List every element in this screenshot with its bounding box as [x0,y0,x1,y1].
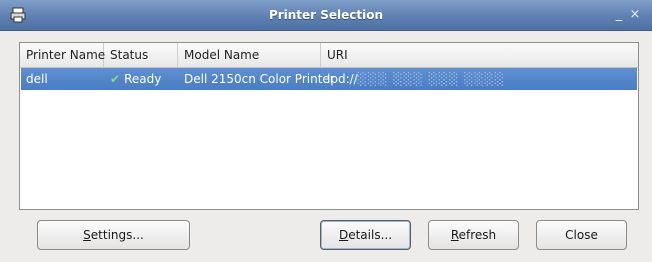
list-header: Printer Name Status Model Name URI [20,43,638,68]
column-header-printer-name[interactable]: Printer Name [20,43,105,67]
printer-list[interactable]: Printer Name Status Model Name URI dell … [19,42,639,210]
settings-mnemonic: S [83,228,91,242]
model-name-cell: Dell 2150cn Color Printer [184,72,335,86]
column-header-model-name[interactable]: Model Name [178,43,321,67]
title-bar[interactable]: Printer Selection _ × [0,0,652,31]
uri-obscured: ░░░ ░░░ ░░░ ░░░░ [357,72,506,86]
uri-prefix: lpd:// [327,72,358,86]
settings-label: ettings... [90,228,144,242]
uri-cell: lpd://░░░ ░░░ ░░░ ░░░░ [322,68,637,90]
status-cell: ✔ Ready [105,68,179,90]
printer-selection-window: Printer Selection _ × Printer Name Statu… [0,0,652,262]
window-title: Printer Selection [268,8,384,22]
printer-name-cell: dell [26,72,48,86]
status-text: Ready [124,72,162,86]
close-button[interactable]: Close [536,220,627,250]
details-label: etails... [348,228,393,242]
refresh-button[interactable]: Refresh [428,220,519,250]
settings-button[interactable]: Settings... [37,220,190,250]
column-header-uri[interactable]: URI [321,43,638,67]
details-button[interactable]: Details... [320,220,411,250]
checkmark-icon: ✔ [110,72,121,86]
column-header-status[interactable]: Status [104,43,178,67]
refresh-mnemonic: R [450,228,459,242]
details-mnemonic: D [338,228,349,242]
minimize-button[interactable]: _ [612,7,626,23]
refresh-label: efresh [458,228,497,242]
close-window-button[interactable]: × [628,7,642,23]
printer-row-selected[interactable]: dell ✔ Ready Dell 2150cn Color Printer lp… [21,68,637,90]
